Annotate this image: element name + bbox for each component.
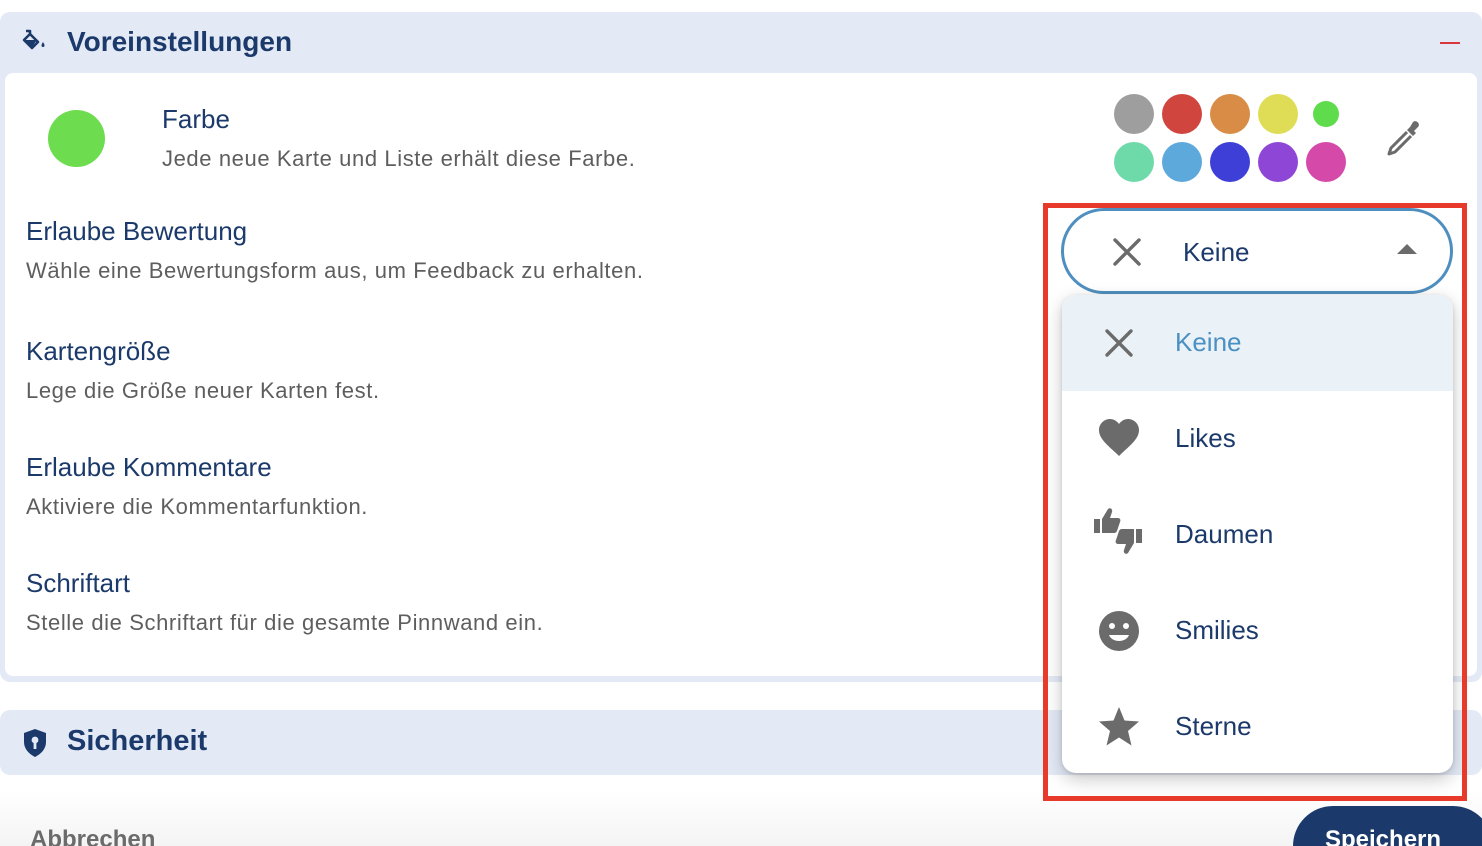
color-swatch-gray[interactable] [1114,94,1154,134]
color-setting-title: Farbe [162,104,230,134]
color-swatch-purple[interactable] [1258,142,1298,182]
rating-setting-description: Wähle eine Bewertungsform aus, um Feedba… [26,258,644,283]
font-setting-description: Stelle die Schriftart für die gesamte Pi… [26,610,544,635]
highlight-frame [1043,203,1467,801]
color-swatch-lightblue[interactable] [1162,142,1202,182]
shield-lock-icon [24,729,46,757]
selected-color-swatch [48,110,105,167]
comments-setting-description: Aktiviere die Kommentarfunktion. [26,494,369,519]
color-swatch-orange[interactable] [1210,94,1250,134]
cancel-button[interactable]: Abbrechen [30,826,155,846]
color-setting-description: Jede neue Karte und Liste erhält diese F… [162,146,636,171]
save-button[interactable]: Speichern [1293,806,1482,846]
font-setting-title: Schriftart [26,568,131,598]
defaults-panel-title: Voreinstellungen [67,26,293,57]
card-size-setting-title: Kartengröße [26,336,171,366]
color-swatch-blue[interactable] [1210,142,1250,182]
minus-icon[interactable] [1440,42,1460,44]
security-panel-title: Sicherheit [67,725,208,757]
defaults-panel-header[interactable]: Voreinstellungen [0,12,1482,72]
save-button-label: Speichern [1325,826,1442,846]
color-swatch-mint[interactable] [1114,142,1154,182]
color-swatch-green[interactable] [1313,101,1339,127]
color-swatch-yellow[interactable] [1258,94,1298,134]
comments-setting-title: Erlaube Kommentare [26,452,272,482]
color-swatch-red[interactable] [1162,94,1202,134]
color-swatch-pink[interactable] [1306,142,1346,182]
card-size-setting-description: Lege die Größe neuer Karten fest. [26,378,380,403]
rating-setting-title: Erlaube Bewertung [26,216,248,246]
eyedropper-icon[interactable] [1383,116,1427,160]
paint-bucket-icon [22,29,45,50]
